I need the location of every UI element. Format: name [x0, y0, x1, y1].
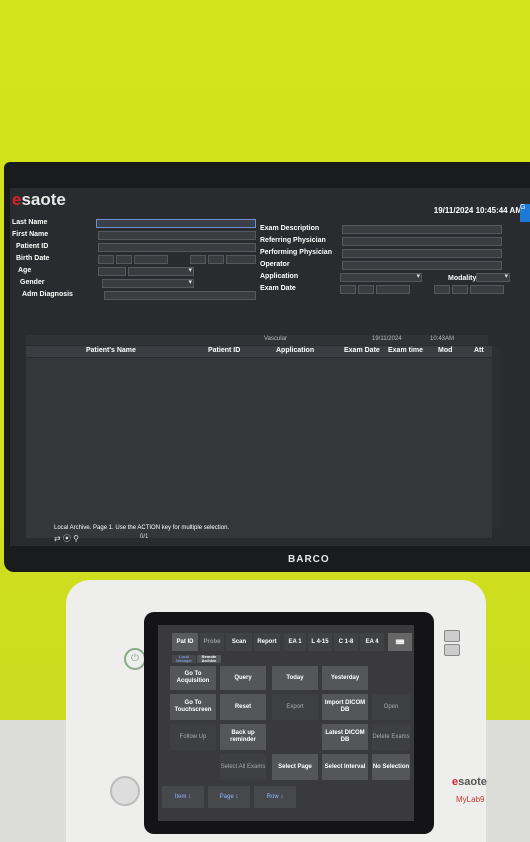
birth-day-field[interactable] — [98, 255, 114, 264]
birth-year2-field[interactable] — [226, 255, 256, 264]
birth-year-field[interactable] — [134, 255, 168, 264]
console-knob[interactable] — [110, 776, 140, 806]
label-patient-id: Patient ID — [16, 243, 49, 250]
col-mod[interactable]: Mod — [438, 347, 452, 354]
label-gender: Gender — [20, 279, 45, 286]
export-button[interactable]: Export — [272, 694, 318, 720]
exam-day2-field[interactable] — [434, 285, 450, 294]
application-select[interactable] — [340, 272, 422, 282]
tab-pat-id[interactable]: Pat ID — [172, 633, 198, 651]
probe-ea1[interactable]: EA 1 — [284, 633, 306, 651]
age-unit-select[interactable] — [128, 266, 194, 276]
tab-scan[interactable]: Scan — [226, 633, 252, 651]
usb-port — [444, 630, 460, 642]
last-name-field[interactable] — [96, 219, 256, 228]
birth-month2-field[interactable] — [208, 255, 224, 264]
patient-id-field[interactable] — [98, 243, 256, 252]
go-to-touchscreen-button[interactable]: Go To Touchscreen — [170, 694, 216, 720]
label-exam-date: Exam Date — [260, 285, 296, 292]
open-button[interactable]: Open — [372, 694, 410, 720]
label-application: Application — [260, 273, 299, 280]
probe-ea4[interactable]: EA 4 — [360, 633, 384, 651]
latest-dicom-db-button[interactable]: Latest DICOM DB — [322, 724, 368, 750]
power-icon[interactable]: ⏻ — [124, 648, 146, 670]
exam-table-body[interactable] — [26, 358, 492, 538]
birth-month-field[interactable] — [116, 255, 132, 264]
label-operator: Operator — [260, 261, 290, 268]
keyboard-icon[interactable]: ⌨ — [388, 633, 412, 651]
select-interval-button[interactable]: Select Interval — [322, 754, 368, 780]
exam-table-header: Patient's Name Patient ID Application Ex… — [26, 346, 492, 357]
col-exam-date[interactable]: Exam Date — [344, 347, 380, 354]
model-name: MyLab9 — [456, 795, 485, 804]
page-selector[interactable]: Page ↕ — [208, 786, 250, 808]
info-bar: Vascular 19/11/2024 10:43AM — [26, 335, 488, 345]
exam-month2-field[interactable] — [452, 285, 468, 294]
import-dicom-db-button[interactable]: Import DICOM DB — [322, 694, 368, 720]
item-selector[interactable]: Item ↕ — [162, 786, 204, 808]
tab-probe[interactable]: Probe — [200, 633, 224, 651]
monitor: esaote 19/11/2024 10:45:44 AM G Last Nam… — [4, 162, 530, 572]
select-all-exams-button[interactable]: Select All Exams — [220, 754, 266, 780]
col-application[interactable]: Application — [276, 347, 314, 354]
label-birth-date: Birth Date — [16, 255, 50, 262]
referring-physician-field[interactable] — [342, 237, 502, 246]
reset-button[interactable]: Reset — [220, 694, 266, 720]
delete-exams-button[interactable]: Delete Exams — [372, 724, 410, 750]
label-modality: Modality — [448, 275, 477, 282]
label-last-name: Last Name — [12, 219, 48, 226]
col-att[interactable]: Att — [474, 347, 484, 354]
exam-year2-field[interactable] — [470, 285, 504, 294]
performing-physician-field[interactable] — [342, 249, 502, 258]
label-first-name: First Name — [12, 231, 49, 238]
tab-report[interactable]: Report — [254, 633, 280, 651]
adm-diagnosis-field[interactable] — [104, 291, 256, 300]
info-application: Vascular — [264, 336, 287, 342]
probe-c18[interactable]: C 1-8 — [334, 633, 358, 651]
label-referring-physician: Referring Physician — [260, 237, 326, 244]
modality-select[interactable] — [476, 272, 510, 282]
col-exam-time[interactable]: Exam time — [388, 347, 423, 354]
follow-up-button[interactable]: Follow Up — [170, 724, 216, 750]
probe-l415[interactable]: L 4-15 — [308, 633, 332, 651]
exam-month-field[interactable] — [358, 285, 374, 294]
col-patient-id[interactable]: Patient ID — [208, 347, 240, 354]
brand-logo: esaote — [12, 190, 66, 209]
today-button[interactable]: Today — [272, 666, 318, 690]
console-logo: esaote — [452, 776, 487, 788]
usb-port — [444, 644, 460, 656]
table-scrollbar[interactable] — [492, 346, 500, 528]
barco-logo: BARCO — [288, 554, 330, 565]
backup-reminder-button[interactable]: Back up reminder — [220, 724, 266, 750]
exam-year-field[interactable] — [376, 285, 410, 294]
no-selection-button[interactable]: No Selection — [372, 754, 410, 780]
subtab-local-manager[interactable]: Local Manager — [172, 654, 196, 663]
go-button[interactable]: G — [520, 204, 530, 222]
archive-status: Local Archive. Page 1. Use the ACTION ke… — [54, 525, 230, 531]
exam-day-field[interactable] — [340, 285, 356, 294]
label-adm-diagnosis: Adm Diagnosis — [22, 291, 73, 298]
gender-select[interactable] — [102, 278, 194, 288]
page-indicator: 0/1 — [140, 534, 149, 540]
col-patient-name[interactable]: Patient's Name — [86, 347, 136, 354]
usb-network-icon: ⇄ ⦿ ⚲ — [54, 534, 80, 543]
select-page-button[interactable]: Select Page — [272, 754, 318, 780]
age-field[interactable] — [98, 267, 126, 276]
archive-screen: esaote 19/11/2024 10:45:44 AM G Last Nam… — [10, 188, 530, 546]
first-name-field[interactable] — [98, 231, 256, 240]
label-exam-description: Exam Description — [260, 225, 320, 232]
info-date: 19/11/2024 — [372, 336, 402, 342]
label-performing-physician: Performing Physician — [260, 249, 332, 256]
row-selector[interactable]: Row ↕ — [254, 786, 296, 808]
birth-day2-field[interactable] — [190, 255, 206, 264]
operator-field[interactable] — [342, 261, 502, 270]
info-time: 10:43AM — [430, 336, 455, 342]
query-button[interactable]: Query — [220, 666, 266, 690]
datetime: 19/11/2024 10:45:44 AM — [433, 206, 522, 215]
yesterday-button[interactable]: Yesterday — [322, 666, 368, 690]
subtab-remote-archive[interactable]: Remote Archive — [197, 654, 221, 663]
exam-description-field[interactable] — [342, 225, 502, 234]
label-age: Age — [18, 267, 32, 274]
go-to-acquisition-button[interactable]: Go To Acquisition — [170, 666, 216, 690]
